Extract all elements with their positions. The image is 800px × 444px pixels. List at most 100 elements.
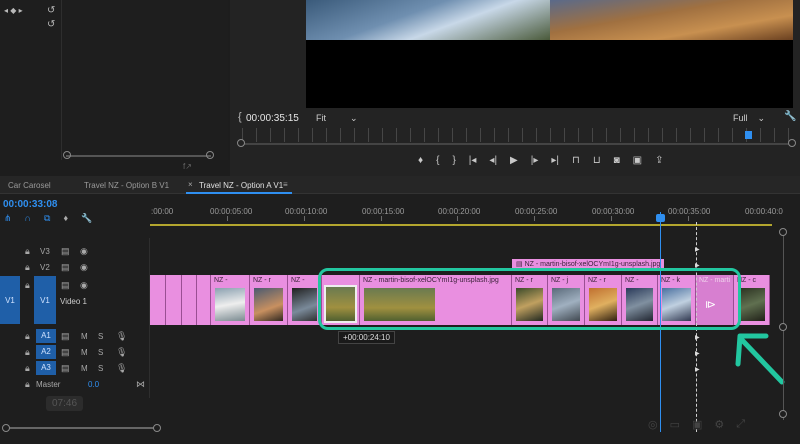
lock-icon[interactable]: 🔒︎	[25, 262, 30, 273]
compare-icon[interactable]: ▣	[633, 155, 642, 166]
lift-icon[interactable]: ⊓	[572, 155, 580, 166]
step-forward-icon[interactable]: |▸	[531, 155, 539, 166]
lock-icon[interactable]: 🔒︎	[25, 347, 30, 358]
go-to-in-icon[interactable]: |◂	[469, 155, 477, 166]
clip-blank-4[interactable]	[197, 275, 211, 325]
mute-button[interactable]: M	[81, 348, 88, 357]
solo-button[interactable]: S	[98, 332, 103, 341]
film-icon[interactable]: ▤	[61, 347, 70, 358]
film-icon[interactable]: ▤	[61, 262, 70, 273]
mic-icon[interactable]: 🎙︎	[116, 347, 127, 358]
lock-icon[interactable]: 🔒︎	[25, 379, 30, 390]
fit-select[interactable]: Fit ⌄	[316, 113, 358, 124]
mute-button[interactable]: M	[81, 364, 88, 373]
keyframe-nav-icon[interactable]: ◂ ◆ ▸	[4, 6, 23, 15]
clip-nz-3[interactable]: NZ -	[288, 275, 322, 325]
track-a3-header: 🔒︎ A3 ▤ M S 🎙︎	[0, 360, 150, 376]
track-a3-label[interactable]: A3	[36, 361, 56, 375]
scroll-handle-right[interactable]	[206, 151, 214, 159]
tab-car-carosel[interactable]: Car Carosel	[8, 181, 51, 190]
snap-icon[interactable]: ⋔	[4, 213, 12, 224]
in-out-icon[interactable]: {	[238, 111, 242, 123]
clip-nz-1[interactable]: NZ -	[211, 275, 250, 325]
film-icon[interactable]: ▤	[61, 363, 70, 374]
film-icon[interactable]: ▤	[61, 280, 70, 291]
marker-icon[interactable]: ♦	[418, 155, 423, 166]
zoom-handle-left[interactable]	[237, 139, 245, 147]
program-zoom-bar[interactable]	[242, 143, 792, 145]
clip-blank-1[interactable]	[150, 275, 166, 325]
solo-button[interactable]: S	[98, 364, 103, 373]
add-marker-icon[interactable]: ♦	[63, 213, 68, 224]
extract-icon[interactable]: ⊔	[593, 155, 601, 166]
track-v1-target[interactable]: V1	[34, 276, 56, 324]
dimmed-overlay-icons: ◎ ▭ ▣ ⚙ ⤢	[648, 418, 745, 431]
track-v3-header: 🔒︎ V3 ▤ ◉	[0, 243, 150, 259]
track-video1-name: Video 1	[60, 297, 87, 306]
program-timecode[interactable]: 00:00:35:15	[246, 113, 299, 124]
lock-icon[interactable]: 🔒︎	[25, 331, 30, 342]
vscroll-handle[interactable]	[779, 228, 787, 236]
tick-25	[534, 216, 535, 221]
horizontal-scrollbar[interactable]	[4, 427, 154, 429]
clip-nz-2[interactable]: NZ - r	[250, 275, 288, 325]
track-a1-label[interactable]: A1	[36, 329, 56, 343]
tab-travel-nz-option-b[interactable]: Travel NZ - Option B V1	[84, 181, 169, 190]
eye-icon[interactable]: ◉	[80, 280, 88, 291]
ruler-label-15: 00:00:15:00	[362, 207, 405, 216]
eye-icon[interactable]: ◉	[80, 262, 88, 273]
source-scrollbar[interactable]	[66, 155, 211, 157]
quality-select[interactable]: Full ⌄	[733, 113, 765, 124]
scroll-handle-left[interactable]	[63, 151, 71, 159]
ruler-label-0: :00:00	[151, 207, 174, 216]
track-v2-label[interactable]: V2	[40, 263, 50, 272]
timeline-timecode[interactable]: 00:00:33:08	[3, 199, 57, 210]
play-icon[interactable]: ▶	[510, 155, 518, 166]
mic-icon[interactable]: 🎙︎	[116, 331, 127, 342]
mark-in-icon[interactable]: {	[436, 155, 439, 166]
reset-icon-2[interactable]: ↺	[47, 19, 55, 30]
film-icon[interactable]: ▤	[61, 246, 70, 257]
master-volume[interactable]: 0.0	[88, 380, 99, 389]
clip-blank-3[interactable]	[182, 275, 197, 325]
go-to-out-icon[interactable]: ▸|	[551, 155, 559, 166]
wrench-icon[interactable]: 🔧	[784, 111, 796, 122]
solo-button[interactable]: S	[98, 348, 103, 357]
magnet-icon[interactable]: ∩	[25, 213, 31, 224]
camera-icon[interactable]: ◙	[614, 155, 620, 166]
eye-icon[interactable]: ◉	[80, 246, 88, 257]
edit-point-marker: ▶	[695, 335, 700, 341]
lock-icon[interactable]: 🔒︎	[25, 280, 30, 291]
mute-button[interactable]: M	[81, 332, 88, 341]
mark-out-icon[interactable]: }	[452, 155, 455, 166]
wrench-icon[interactable]: 🔧	[81, 213, 92, 224]
film-icon[interactable]: ▤	[61, 331, 70, 342]
vscroll-handle[interactable]	[779, 410, 787, 418]
zoom-handle-right[interactable]	[788, 139, 796, 147]
export-icon[interactable]: ⇪	[655, 155, 663, 166]
clip-label: NZ -	[214, 277, 228, 284]
tab-travel-nz-option-a[interactable]: Travel NZ - Option A V1	[199, 181, 283, 190]
ruler-label-25: 00:00:25:00	[515, 207, 558, 216]
close-icon[interactable]: ×	[188, 180, 193, 189]
hscroll-handle[interactable]	[153, 424, 161, 432]
edit-point-marker: ▶	[695, 247, 700, 253]
lock-icon[interactable]: 🔒︎	[25, 246, 30, 257]
track-v3-label[interactable]: V3	[40, 247, 50, 256]
menu-icon[interactable]: ≡	[283, 180, 288, 189]
playhead-handle[interactable]	[656, 214, 665, 222]
program-playhead[interactable]	[745, 131, 752, 139]
program-time-ruler[interactable]	[242, 128, 792, 142]
vscroll-handle[interactable]	[779, 323, 787, 331]
reset-icon[interactable]: ↺	[47, 5, 55, 16]
step-back-icon[interactable]: ◂|	[489, 155, 497, 166]
track-a2-label[interactable]: A2	[36, 345, 56, 359]
linked-selection-icon[interactable]: ⧉	[44, 213, 50, 224]
mic-icon[interactable]: 🎙︎	[116, 363, 127, 374]
end-icon[interactable]: ⋈	[136, 379, 145, 390]
hscroll-handle[interactable]	[2, 424, 10, 432]
source-patch-v1[interactable]: V1	[0, 276, 20, 324]
clip-blank-2[interactable]	[166, 275, 182, 325]
tick-15	[381, 216, 382, 221]
lock-icon[interactable]: 🔒︎	[25, 363, 30, 374]
